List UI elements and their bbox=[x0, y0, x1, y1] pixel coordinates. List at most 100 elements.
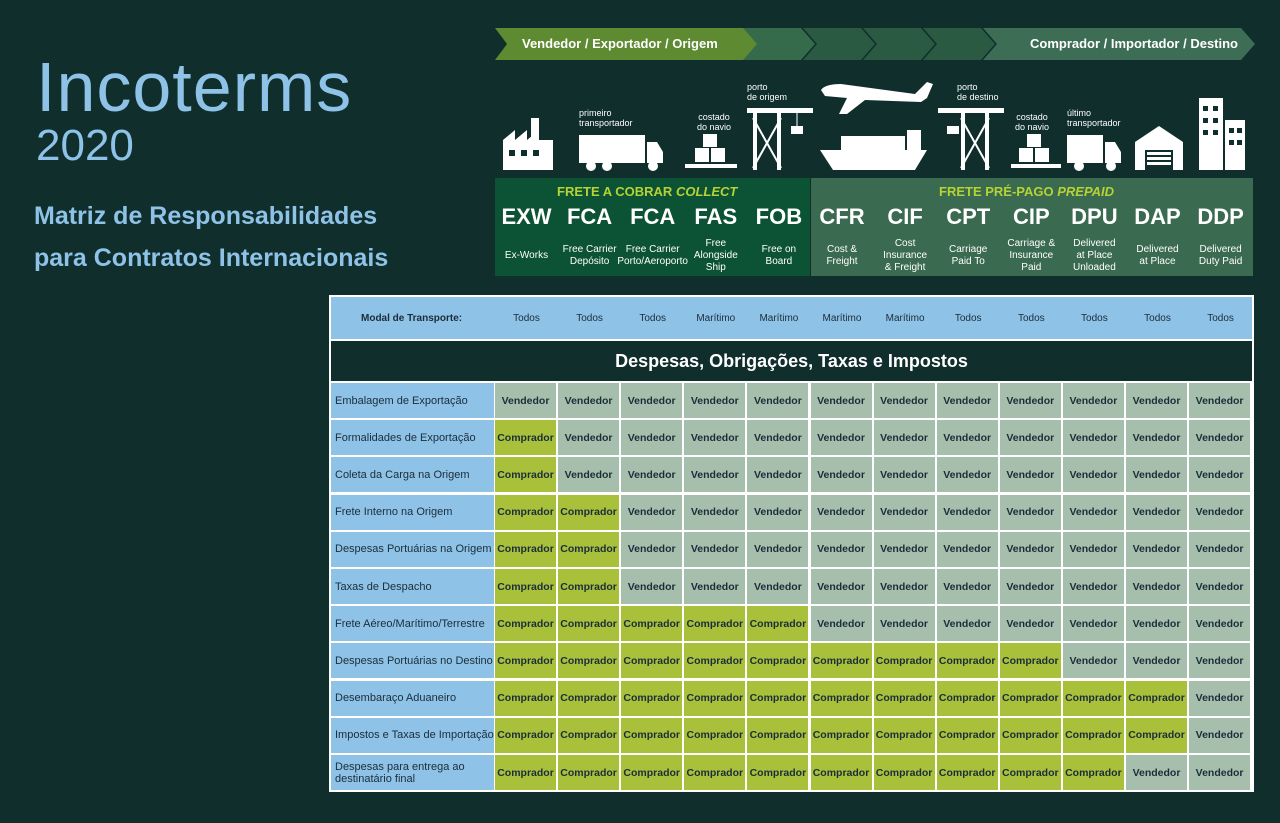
buyer-cell: Comprador bbox=[936, 717, 998, 753]
row-label: Embalagem de Exportação bbox=[331, 383, 494, 418]
seller-cell: Vendedor bbox=[747, 383, 809, 418]
incoterm-description-line: Alongside bbox=[693, 250, 738, 261]
seller-cell: Vendedor bbox=[873, 606, 935, 642]
buyer-cell: Comprador bbox=[999, 717, 1061, 753]
incoterm-description-line: & Freight bbox=[884, 262, 926, 273]
row-label: Despesas Portuárias no Destino bbox=[331, 643, 494, 679]
buyer-cell: Comprador bbox=[495, 420, 556, 456]
incoterm-code: DDP bbox=[1197, 204, 1244, 229]
buyer-cell: Comprador bbox=[873, 643, 935, 679]
buyer-cell: Comprador bbox=[1126, 680, 1187, 716]
page-year: 2020 bbox=[36, 121, 134, 170]
seller-cell: Vendedor bbox=[684, 383, 746, 418]
seller-cell: Vendedor bbox=[1126, 531, 1187, 567]
incoterm-cpt-7: CPT Carriage Paid To bbox=[937, 200, 1000, 276]
seller-cell: Vendedor bbox=[873, 420, 935, 456]
transport-mode-cell: Todos bbox=[1017, 313, 1045, 324]
incoterm-description: Delivered at Place bbox=[1126, 236, 1189, 276]
incoterm-description-line: Freight bbox=[826, 256, 858, 267]
buyer-cell: Comprador bbox=[1062, 680, 1124, 716]
seller-cell: Vendedor bbox=[1189, 569, 1251, 604]
buyer-cell: Comprador bbox=[810, 680, 872, 716]
buyer-cell: Comprador bbox=[495, 531, 556, 567]
incoterm-description-line: Free bbox=[705, 238, 727, 249]
incoterm-code: FAS bbox=[694, 204, 738, 229]
seller-cell: Vendedor bbox=[621, 383, 683, 418]
incoterm-description-line: Depósito bbox=[569, 256, 610, 267]
seller-cell: Vendedor bbox=[873, 457, 935, 493]
seller-cell: Vendedor bbox=[684, 569, 746, 604]
incoterm-description: Carriage & Insurance Paid bbox=[1000, 236, 1063, 276]
buyer-cell: Comprador bbox=[810, 717, 872, 753]
seller-cell: Vendedor bbox=[999, 606, 1061, 642]
seller-cell: Vendedor bbox=[873, 494, 935, 530]
transport-mode-cell: Todos bbox=[1081, 313, 1108, 324]
page-subtitle: Matriz de Responsabilidades para Contrat… bbox=[34, 195, 388, 279]
seller-cell: Vendedor bbox=[621, 457, 683, 493]
incoterm-dpu-9: DPU Delivered at Place Unloaded bbox=[1063, 200, 1126, 276]
incoterm-description-line: Delivered bbox=[1136, 244, 1179, 255]
seller-cell: Vendedor bbox=[1189, 494, 1251, 530]
incoterm-description: Free Carrier Porto/Aeroporto bbox=[617, 236, 688, 276]
seller-cell: Vendedor bbox=[1062, 420, 1124, 456]
row-label: Frete Aéreo/Marítimo/Terrestre bbox=[331, 606, 494, 642]
buyer-cell: Comprador bbox=[747, 643, 809, 679]
row-label: Taxas de Despacho bbox=[331, 569, 494, 604]
incoterm-cip-8: CIP Carriage & Insurance Paid bbox=[1000, 200, 1063, 276]
seller-cell: Vendedor bbox=[1126, 457, 1187, 493]
seller-cell: Vendedor bbox=[1062, 606, 1124, 642]
buyer-cell: Comprador bbox=[558, 680, 620, 716]
subtitle-line-1: Matriz de Responsabilidades bbox=[34, 202, 378, 230]
row-label: Coleta da Carga na Origem bbox=[331, 457, 494, 493]
incoterm-description-line: Unloaded bbox=[1072, 262, 1116, 273]
seller-cell: Vendedor bbox=[1189, 606, 1251, 642]
seller-cell: Vendedor bbox=[747, 531, 809, 567]
seller-cell: Vendedor bbox=[621, 420, 683, 456]
container-ship-icon bbox=[820, 130, 927, 170]
seller-cell: Vendedor bbox=[999, 569, 1061, 604]
buyer-cell: Comprador bbox=[936, 680, 998, 716]
buyer-cell: Comprador bbox=[558, 531, 620, 567]
incoterm-description-line: Free Carrier bbox=[625, 244, 680, 255]
seller-cell: Vendedor bbox=[936, 531, 998, 567]
buyer-cell: Comprador bbox=[747, 606, 809, 642]
buyer-cell: Comprador bbox=[558, 606, 620, 642]
seller-cell: Vendedor bbox=[999, 531, 1061, 567]
seller-cell: Vendedor bbox=[999, 494, 1061, 530]
buyer-direction-label: Comprador / Importador / Destino bbox=[1029, 36, 1238, 51]
incoterm-description: Free Carrier Depósito bbox=[558, 236, 621, 276]
building-icon bbox=[1199, 98, 1245, 170]
row-label: Despesas para entrega ao destinatário fi… bbox=[331, 755, 494, 790]
seller-cell: Vendedor bbox=[936, 569, 998, 604]
seller-cell: Vendedor bbox=[936, 420, 998, 456]
incoterm-code: DAP bbox=[1134, 204, 1181, 229]
seller-cell: Vendedor bbox=[1189, 643, 1251, 679]
transport-mode-cell: Todos bbox=[513, 313, 540, 324]
incoterm-description: Cost & Freight bbox=[811, 236, 874, 276]
incoterm-cfr-5: CFR Cost & Freight bbox=[811, 200, 874, 276]
transport-mode-cell: Marítimo bbox=[822, 313, 862, 324]
seller-cell: Vendedor bbox=[810, 420, 872, 456]
seller-cell: Vendedor bbox=[1062, 494, 1124, 530]
port-crane-destination-icon bbox=[938, 108, 1004, 170]
seller-cell: Vendedor bbox=[558, 383, 620, 418]
incoterm-description-line: Free Carrier bbox=[562, 244, 617, 255]
incoterm-description-line: Ex-Works bbox=[504, 250, 549, 261]
incoterm-code: FCA bbox=[566, 204, 613, 229]
incoterm-code: CFR bbox=[819, 204, 865, 229]
buyer-cell: Comprador bbox=[495, 680, 556, 716]
seller-cell: Vendedor bbox=[1189, 755, 1251, 790]
seller-cell: Vendedor bbox=[1189, 383, 1251, 418]
incoterm-description-line: Porto/Aeroporto bbox=[617, 256, 688, 267]
truck-icon bbox=[579, 135, 663, 171]
seller-cell: Vendedor bbox=[1189, 680, 1251, 716]
seller-cell: Vendedor bbox=[1126, 569, 1187, 604]
incoterm-exw-0: EXW Ex-Works bbox=[495, 200, 558, 276]
transport-mode-label: Modal de Transporte: bbox=[361, 313, 463, 324]
buyer-cell: Comprador bbox=[621, 717, 683, 753]
factory-icon bbox=[503, 118, 553, 170]
seller-cell: Vendedor bbox=[747, 494, 809, 530]
incoterm-code: CPT bbox=[946, 204, 991, 229]
seller-cell: Vendedor bbox=[1062, 569, 1124, 604]
buyer-cell: Comprador bbox=[495, 494, 556, 530]
